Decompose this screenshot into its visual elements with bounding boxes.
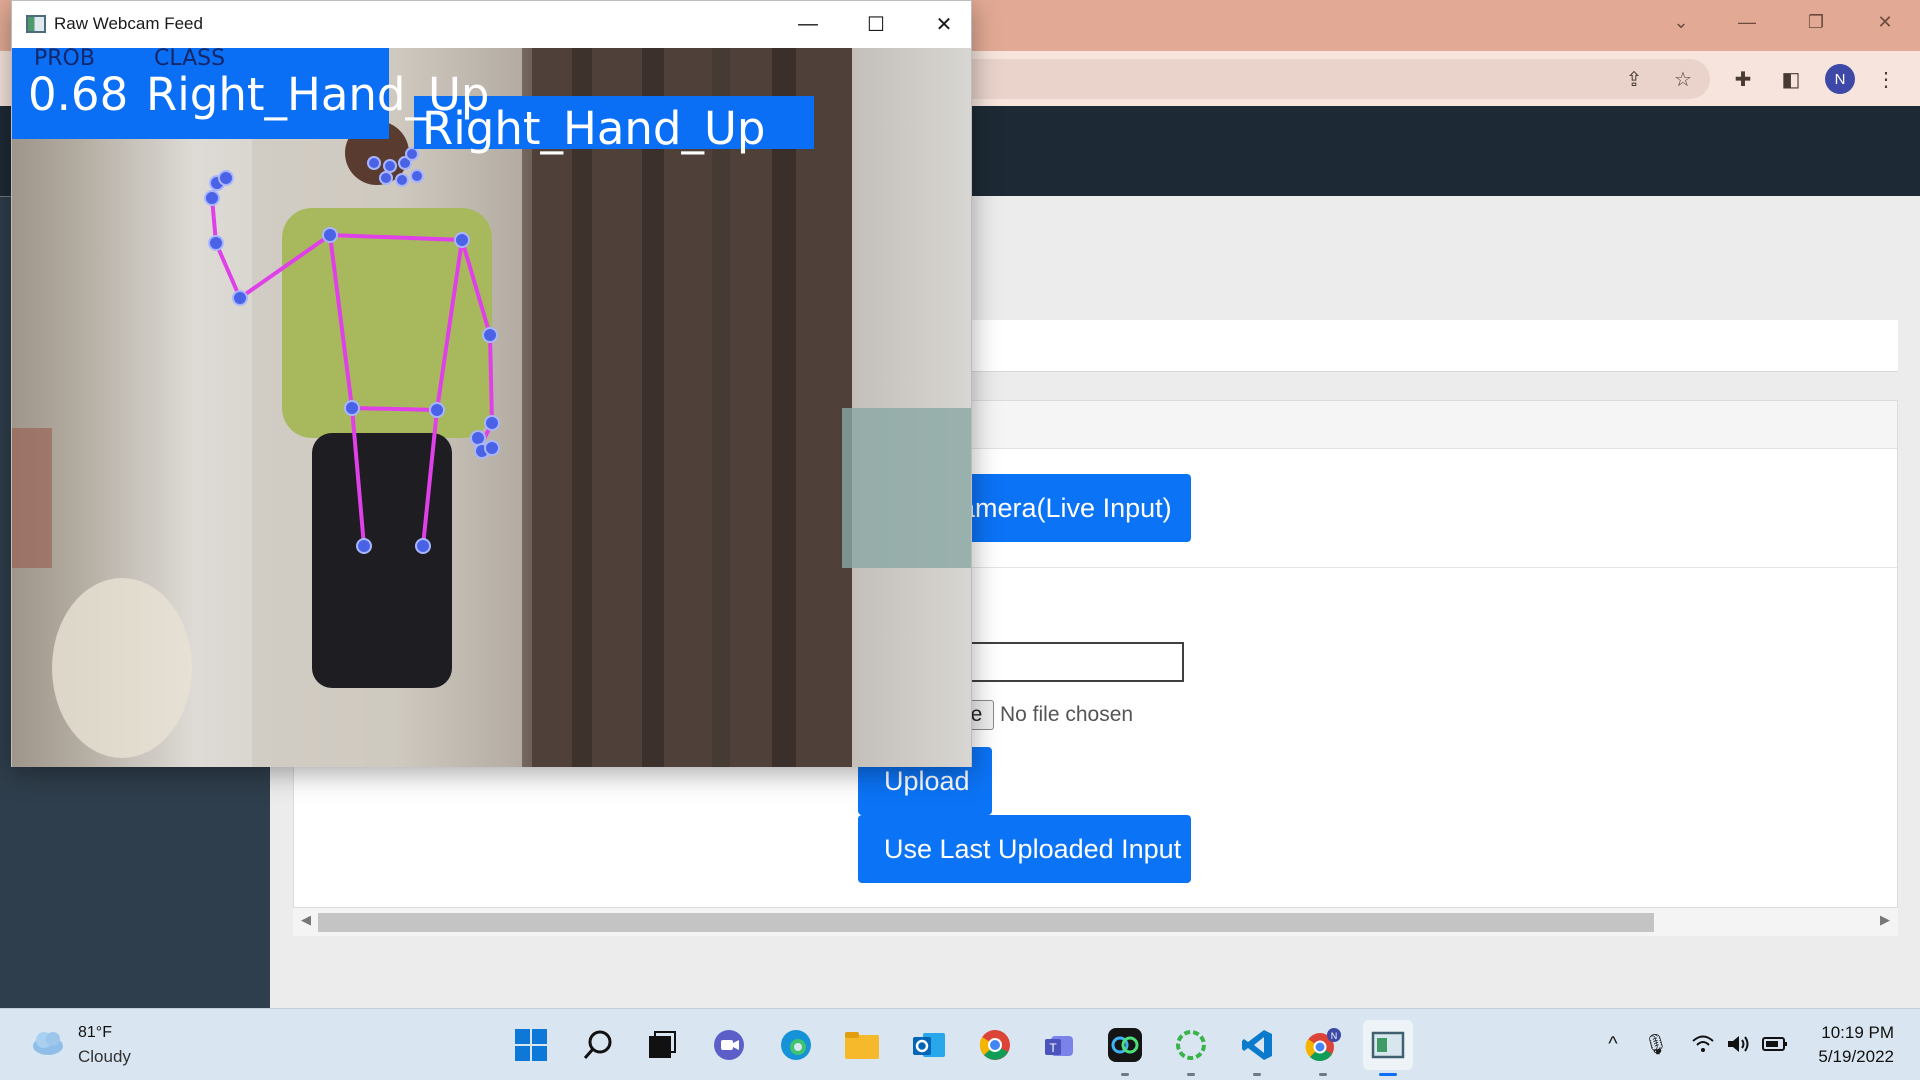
webcam-maximize-icon[interactable]: ☐: [842, 1, 910, 48]
use-last-uploaded-input-button[interactable]: Use Last Uploaded Input: [858, 815, 1191, 883]
webcam-window-title: Raw Webcam Feed: [54, 14, 203, 33]
webcam-window[interactable]: Raw Webcam Feed — ☐ ✕ PROB CLASS 0.68 Ri…: [11, 0, 972, 767]
extensions-icon[interactable]: ✚: [1727, 63, 1759, 95]
spinner-running-indicator: [1187, 1073, 1195, 1076]
scroll-left-icon[interactable]: ◀: [301, 912, 311, 928]
vscode-icon[interactable]: [1232, 1020, 1282, 1076]
webcam-frame: PROB CLASS 0.68 Right_Hand_Up Right_Hand…: [12, 48, 971, 767]
start-icon[interactable]: [506, 1020, 556, 1070]
cloud-icon[interactable]: [30, 1027, 66, 1057]
show-hidden-icons[interactable]: ^: [1598, 1029, 1628, 1059]
file-explorer-icon[interactable]: [837, 1020, 887, 1070]
wifi-icon[interactable]: [1688, 1029, 1718, 1059]
teams-icon[interactable]: T: [1035, 1020, 1085, 1070]
clock-date[interactable]: 5/19/2022: [1818, 1047, 1894, 1067]
svg-text:N: N: [1331, 1031, 1338, 1041]
pose-label: Right_Hand_Up: [422, 102, 766, 155]
restore-icon[interactable]: ❐: [1787, 0, 1845, 44]
profile-avatar[interactable]: N: [1825, 64, 1855, 94]
share-icon[interactable]: ⇪: [1618, 63, 1650, 95]
scrollbar-thumb[interactable]: [318, 913, 1654, 932]
task-view-icon[interactable]: [637, 1020, 687, 1070]
search-icon[interactable]: [573, 1020, 623, 1070]
webcam-titlebar[interactable]: Raw Webcam Feed — ☐ ✕: [12, 1, 971, 48]
webex-icon[interactable]: [1100, 1020, 1150, 1076]
volume-icon[interactable]: [1724, 1029, 1754, 1059]
webcam-minimize-icon[interactable]: —: [774, 1, 842, 48]
prob-value: 0.68: [28, 68, 129, 121]
taskbar: 81°F Cloudy T N ^ 🎙 10:19 PM 5/19/2022: [0, 1008, 1920, 1080]
outlook-icon[interactable]: [904, 1020, 954, 1070]
tab-search-icon[interactable]: ⌄: [1652, 0, 1710, 44]
chat-icon[interactable]: [704, 1020, 754, 1070]
webcam-app-icon: [26, 15, 46, 33]
vscode-running-indicator: [1253, 1073, 1261, 1076]
skeleton-lines: [210, 197, 495, 547]
minimize-icon[interactable]: —: [1718, 0, 1776, 44]
chrome-icon[interactable]: [970, 1020, 1020, 1070]
svg-text:T: T: [1049, 1041, 1057, 1055]
battery-icon[interactable]: [1760, 1029, 1790, 1059]
pose-skeleton: [204, 147, 500, 554]
clock-time[interactable]: 10:19 PM: [1821, 1023, 1894, 1043]
menu-kebab-icon[interactable]: ⋮: [1870, 63, 1902, 95]
microphone-icon[interactable]: 🎙: [1641, 1029, 1671, 1059]
bookmark-star-icon[interactable]: ☆: [1667, 63, 1699, 95]
file-path-field[interactable]: [960, 642, 1184, 682]
side-panel-icon[interactable]: ◧: [1775, 63, 1807, 95]
scroll-right-icon[interactable]: ▶: [1880, 912, 1890, 928]
chrome-running-indicator: [1319, 1073, 1327, 1076]
webcam-feed-icon[interactable]: [1363, 1020, 1413, 1076]
webex-running-indicator: [1121, 1073, 1129, 1076]
chrome-profile-icon[interactable]: N: [1298, 1020, 1348, 1076]
landmarks: [204, 147, 500, 554]
weather-temp[interactable]: 81°F: [78, 1024, 112, 1042]
webcam-running-indicator: [1379, 1073, 1397, 1076]
file-status: No file chosen: [1000, 703, 1134, 726]
input-strip: [960, 320, 1898, 372]
webcam-close-icon[interactable]: ✕: [910, 1, 978, 48]
close-icon[interactable]: ✕: [1856, 0, 1914, 44]
spinner-app-icon[interactable]: [1166, 1020, 1216, 1076]
weather-desc[interactable]: Cloudy: [78, 1047, 131, 1067]
horizontal-scrollbar[interactable]: ◀ ▶: [293, 908, 1898, 936]
edge-icon[interactable]: [771, 1020, 821, 1070]
